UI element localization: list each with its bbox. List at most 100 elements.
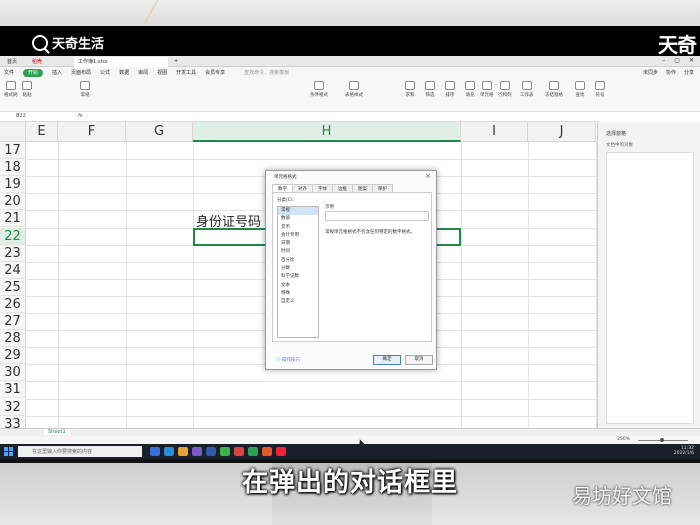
category-item-4[interactable]: 日期 [278,240,318,248]
ribbon-button-3[interactable]: 条件格式 [310,81,328,98]
ribbon-label-14: 符号 [595,93,605,98]
command-search[interactable]: 查找命令、搜索模板 [244,69,289,76]
ribbon-button-8[interactable]: 填充 [465,81,475,98]
column-header-f[interactable]: F [58,122,126,142]
minimize-icon[interactable]: – [662,57,665,64]
menu-item-7[interactable]: 视图 [157,69,167,76]
ribbon-button-2[interactable]: 常规 [80,81,90,98]
category-item-9[interactable]: 文本 [278,282,318,290]
column-header-h[interactable]: H [193,122,461,142]
ribbon-button-6[interactable]: 筛选 [425,81,435,98]
zoom-slider-handle[interactable] [660,438,664,442]
maximize-icon[interactable]: ▢ [674,57,680,64]
row-header-19[interactable]: 19 [0,176,26,194]
row-header-22[interactable]: 22 [0,227,26,245]
row-header-32[interactable]: 32 [0,398,26,416]
row-header-27[interactable]: 27 [0,313,26,331]
object-list[interactable] [606,152,694,424]
ribbon-button-14[interactable]: 符号 [595,81,605,98]
menu-item-9[interactable]: 会员专享 [205,69,225,76]
photoshop-icon[interactable] [206,447,216,456]
category-item-6[interactable]: 百分比 [278,257,318,265]
ribbon-button-11[interactable]: 工作表 [520,81,534,98]
tab-docer[interactable]: 稻壳 [28,57,46,67]
category-item-10[interactable]: 特殊 [278,290,318,298]
ribbon-button-0[interactable]: 格式刷 [4,81,18,98]
name-box[interactable]: B22 [16,113,26,119]
row-header-29[interactable]: 29 [0,347,26,365]
ribbon-label-7: 排序 [445,93,455,98]
category-item-3[interactable]: 会计专用 [278,232,318,240]
tips-link[interactable]: ⓘ 操作技巧 [276,357,300,363]
ribbon-button-4[interactable]: 表格样式 [345,81,363,98]
menu-item-1[interactable]: 开始 [23,68,44,77]
task-view-icon[interactable] [150,447,160,456]
row-header-28[interactable]: 28 [0,330,26,348]
ribbon-button-1[interactable]: 粘贴 [22,81,32,98]
row-header-21[interactable]: 21 [0,210,26,228]
row-header-30[interactable]: 30 [0,364,26,382]
row-header-20[interactable]: 20 [0,193,26,211]
ribbon-button-7[interactable]: 排序 [445,81,455,98]
menu-right-item-2[interactable]: 分享 [684,69,694,76]
category-item-5[interactable]: 时间 [278,248,318,256]
category-list[interactable]: 常规 数值 货币 会计专用 日期 时间 百分比 分数 科学记数 文本 特殊 自定义 [277,206,319,338]
category-item-7[interactable]: 分数 [278,265,318,273]
row-header-18[interactable]: 18 [0,159,26,177]
row-header-25[interactable]: 25 [0,278,26,296]
spreadsheet-app-icon[interactable] [248,447,258,456]
row-header-17[interactable]: 17 [0,142,26,160]
ribbon-label-4: 表格样式 [345,93,363,98]
ok-button[interactable]: 确定 [373,355,401,365]
category-item-1[interactable]: 数值 [278,215,318,223]
app-icon[interactable] [262,447,272,456]
tab-workbook[interactable]: 工作簿1.xlsx [74,57,168,67]
menu-item-5[interactable]: 数据 [119,69,129,76]
category-item-8[interactable]: 科学记数 [278,273,318,281]
column-header-i[interactable]: I [461,122,528,142]
column-gridline [193,142,194,428]
row-header-31[interactable]: 31 [0,381,26,399]
store-icon[interactable] [192,447,202,456]
browser-icon[interactable] [276,447,286,456]
menu-item-6[interactable]: 审阅 [138,69,148,76]
column-header-j[interactable]: J [528,122,596,142]
menu-item-4[interactable]: 公式 [100,69,110,76]
fx-icon[interactable]: fx [78,113,83,119]
explorer-icon[interactable] [178,447,188,456]
ribbon-label-0: 格式刷 [4,93,18,98]
ribbon-button-10[interactable]: 行和列 [498,81,512,98]
row-header-26[interactable]: 26 [0,295,26,313]
sheet-tab-sheet1[interactable]: Sheet1 [44,429,70,435]
menu-item-2[interactable]: 插入 [52,69,62,76]
close-icon[interactable]: ✕ [689,57,694,64]
wechat-icon[interactable] [220,447,230,456]
cancel-button[interactable]: 取消 [405,355,433,365]
ribbon-button-13[interactable]: 查找 [575,81,585,98]
edge-icon[interactable] [164,447,174,456]
column-header-g[interactable]: G [126,122,193,142]
category-item-0[interactable]: 常规 [278,207,318,216]
menu-right-item-1[interactable]: 协作 [666,69,676,76]
wps-icon[interactable] [234,447,244,456]
tab-home[interactable]: 首页 [3,57,21,67]
row-header-23[interactable]: 23 [0,244,26,262]
menu-item-3[interactable]: 页面布局 [71,69,91,76]
select-all-corner[interactable] [0,122,26,142]
column-gridline [126,142,127,428]
menu-item-8[interactable]: 开发工具 [176,69,196,76]
taskbar-search[interactable]: 在这里输入你要搜索的内容 [18,446,142,457]
column-header-e[interactable]: E [26,122,58,142]
menu-item-0[interactable]: 文件 [4,69,14,76]
watermark: 易坊好文馆 [572,484,672,508]
ribbon-button-12[interactable]: 冻结窗格 [545,81,563,98]
row-header-24[interactable]: 24 [0,261,26,279]
menu-right-item-0[interactable]: 未同步 [643,69,658,76]
ribbon-button-9[interactable]: 单元格 [480,81,494,98]
ribbon-button-5[interactable]: 求和 [405,81,415,98]
category-item-11[interactable]: 自定义 [278,298,318,306]
dialog-close-icon[interactable]: × [425,172,431,180]
new-tab-button[interactable]: + [170,57,182,67]
windows-start-icon[interactable] [4,447,13,456]
category-item-2[interactable]: 货币 [278,224,318,232]
